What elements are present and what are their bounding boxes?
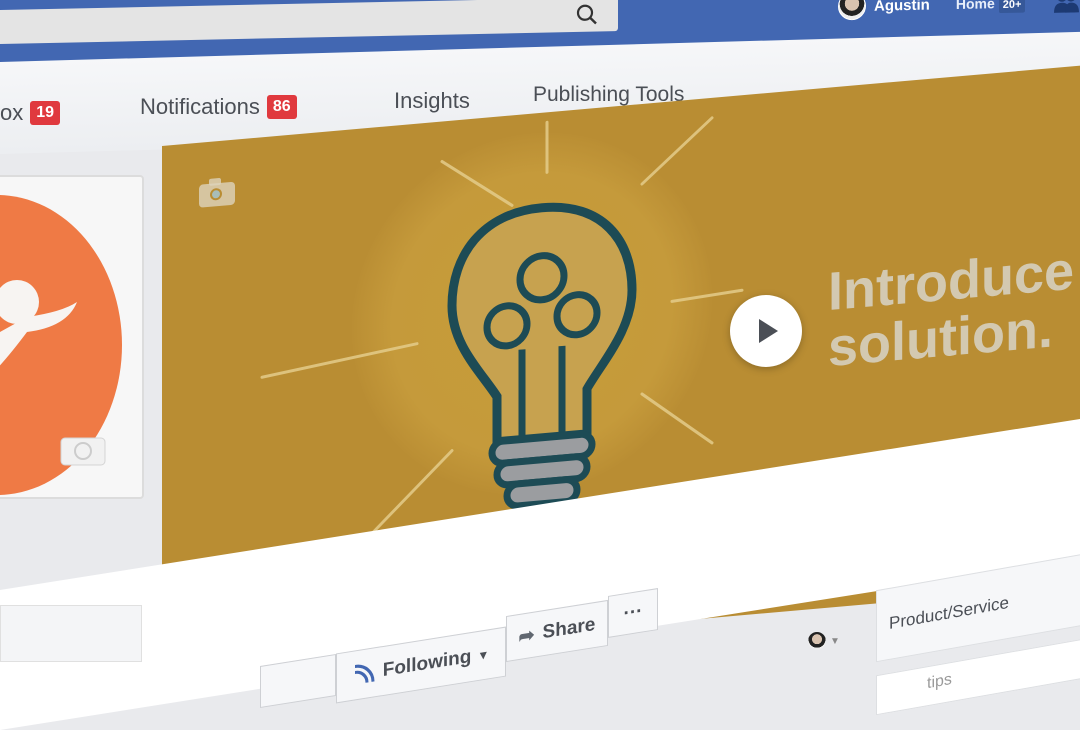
play-button[interactable] <box>730 295 802 367</box>
play-icon[interactable] <box>751 316 781 346</box>
more-button[interactable]: ··· <box>608 588 658 638</box>
lightbulb-icon <box>447 202 637 510</box>
friends-icon[interactable] <box>1053 0 1080 13</box>
share-label[interactable]: Share <box>543 614 596 644</box>
home-link[interactable]: Home 20+ <box>956 0 1026 14</box>
category-label: Product/Service <box>889 592 1009 633</box>
nav-inbox[interactable]: ox 19 <box>0 100 61 126</box>
nav-insights[interactable]: Insights <box>394 88 470 114</box>
voice-switcher[interactable]: ▼ <box>808 632 840 650</box>
nav-notifications-label[interactable]: Notifications <box>140 94 260 120</box>
nav-insights-label[interactable]: Insights <box>394 88 470 114</box>
avatar[interactable] <box>838 0 866 21</box>
profile-picture[interactable] <box>0 175 144 499</box>
left-panel-card <box>0 605 142 662</box>
nav-inbox-label[interactable]: ox <box>0 100 23 126</box>
ray <box>640 392 714 445</box>
ray <box>640 116 714 186</box>
camera-icon[interactable] <box>198 176 236 209</box>
ray <box>670 288 744 303</box>
following-label[interactable]: Following <box>383 646 472 682</box>
share-arrow-icon: ➦ <box>518 624 535 648</box>
caret-down-icon: ▼ <box>477 647 490 664</box>
lightbulb-logo-glyph <box>0 280 77 366</box>
user-menu[interactable]: Agustin Home 20+ <box>838 0 1080 21</box>
home-badge: 20+ <box>998 0 1026 14</box>
search-input[interactable] <box>0 0 618 45</box>
caret-down-icon: ▼ <box>830 635 840 647</box>
search-icon[interactable] <box>576 3 598 25</box>
home-label[interactable]: Home <box>956 0 995 12</box>
more-icon[interactable]: ··· <box>624 600 643 625</box>
notifications-badge: 86 <box>266 95 297 119</box>
user-name[interactable]: Agustin <box>874 0 930 14</box>
partial-label: tips <box>927 670 952 693</box>
ray <box>440 159 514 207</box>
camera-icon[interactable] <box>60 432 106 466</box>
rss-icon <box>354 664 375 683</box>
inbox-badge: 19 <box>30 101 61 125</box>
ray <box>260 342 419 379</box>
nav-notifications[interactable]: Notifications 86 <box>140 94 297 120</box>
avatar[interactable] <box>808 632 826 650</box>
